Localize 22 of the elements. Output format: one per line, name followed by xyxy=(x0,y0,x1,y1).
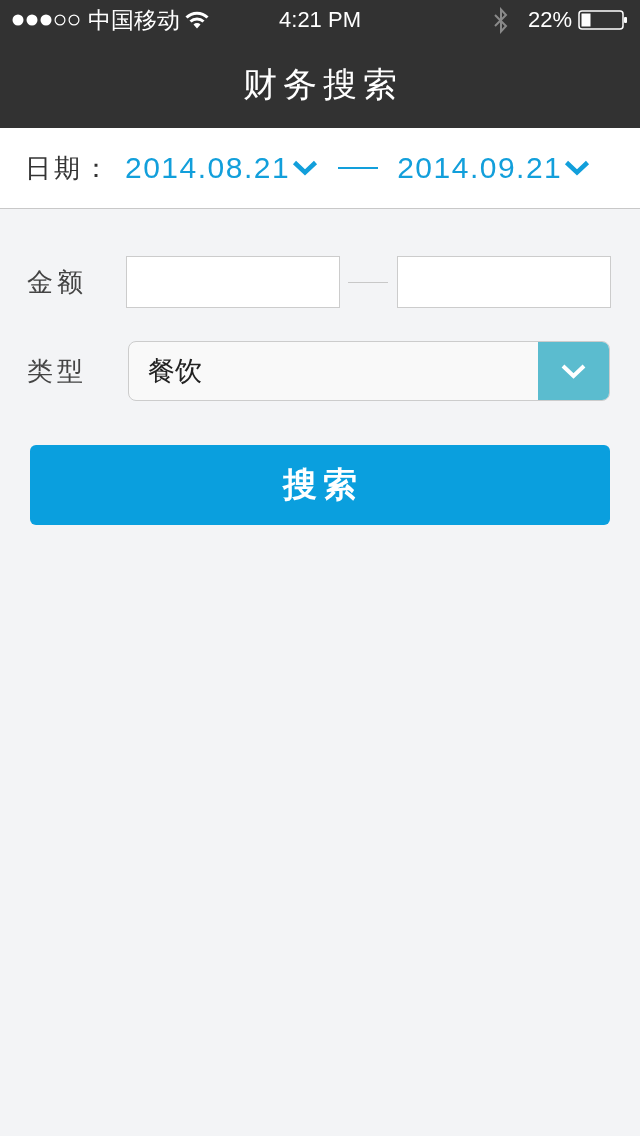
search-button[interactable]: 搜索 xyxy=(30,445,610,525)
chevron-down-icon xyxy=(538,342,609,400)
page-title: 财务搜索 xyxy=(242,64,403,105)
chevron-down-icon xyxy=(564,159,591,177)
chevron-down-icon xyxy=(292,159,319,177)
end-date-picker[interactable]: 2014.09.21 xyxy=(397,150,591,186)
bluetooth-icon xyxy=(491,6,510,34)
battery-icon xyxy=(578,10,628,30)
type-select[interactable]: 餐饮 xyxy=(128,341,610,401)
status-time: 4:21 PM xyxy=(278,6,362,34)
wifi-icon xyxy=(185,11,209,29)
max-amount-field[interactable] xyxy=(397,256,611,308)
min-amount-field[interactable] xyxy=(126,256,340,308)
amount-range-separator xyxy=(348,281,388,283)
carrier-name: 中国移动 xyxy=(88,6,180,34)
start-date-picker[interactable]: 2014.08.21 xyxy=(125,150,319,186)
signal-strength-icon xyxy=(12,14,80,26)
date-range-separator xyxy=(338,167,379,169)
battery-percent: 22% xyxy=(527,6,572,34)
type-label: 类型 xyxy=(27,355,88,388)
date-label: 日期： xyxy=(25,152,113,185)
amount-label: 金额 xyxy=(27,266,88,299)
